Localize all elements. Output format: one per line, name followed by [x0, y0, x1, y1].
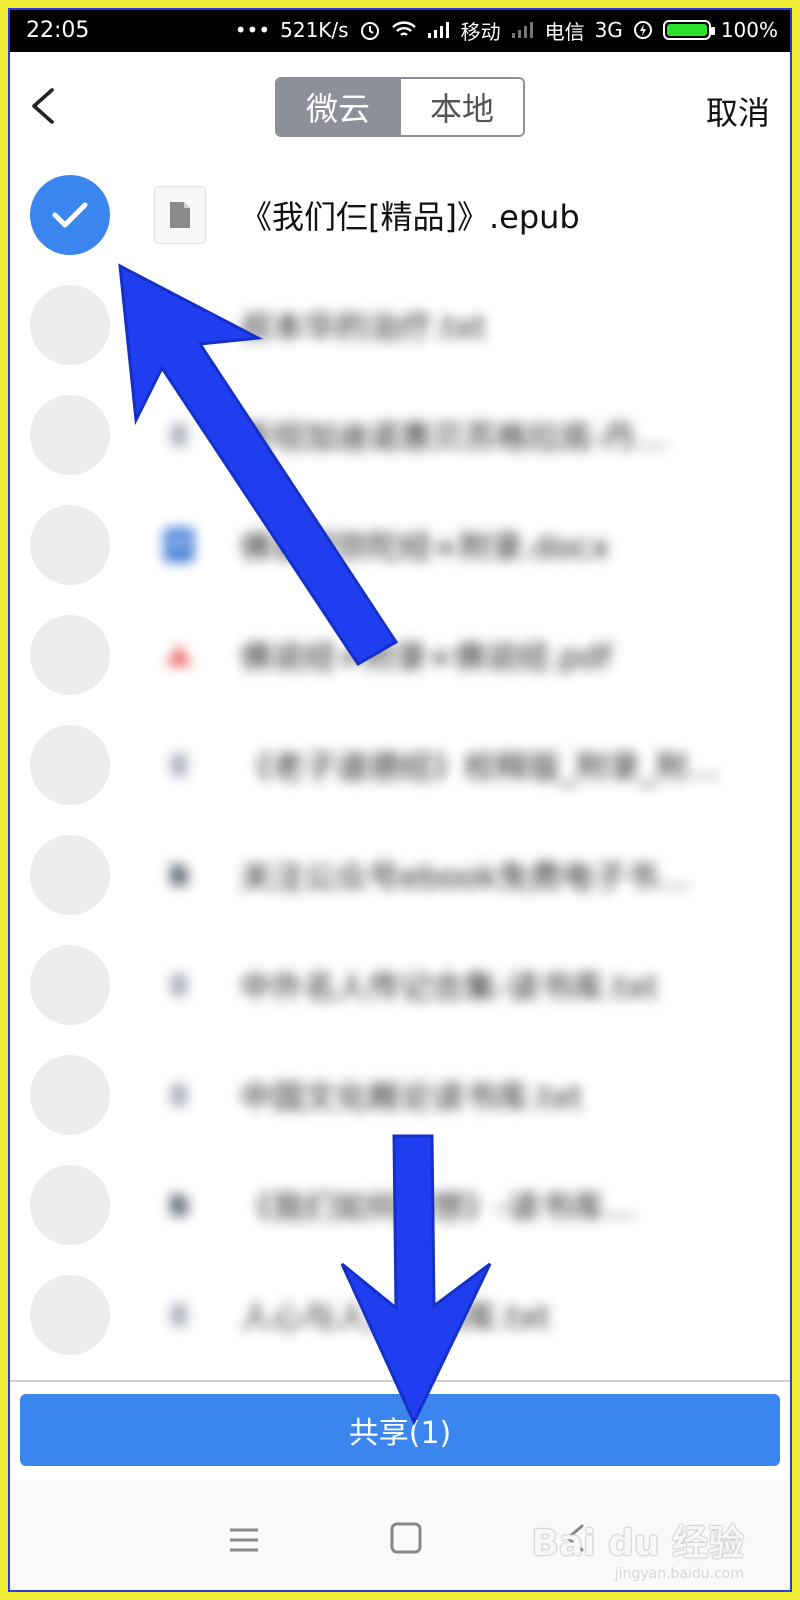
screen-frame: 22:05 ••• 521K/s 移动 电信 3G 100% 微云 本地 取消 … — [0, 0, 800, 1600]
file-name: 《我们仨[精品]》.epub — [240, 198, 580, 236]
file-name: 斯坦加迪诺惠贝苏格拉底-丹… — [240, 418, 668, 456]
file-name: 中国文化概论读书库.txt — [240, 1078, 583, 1116]
file-name: 佛说经+附录+佛说经.pdf — [240, 638, 612, 676]
file-name: 佛说阿弥陀经+附录.docx — [240, 528, 610, 566]
unselected-checkbox[interactable] — [30, 835, 110, 915]
file-row[interactable]: 中外名人传记合集-读书库.txt — [8, 930, 792, 1040]
status-bar: 22:05 ••• 521K/s 移动 电信 3G 100% — [8, 8, 792, 52]
back-button[interactable] — [26, 86, 62, 126]
unselected-checkbox[interactable] — [30, 1055, 110, 1135]
file-icon — [154, 847, 204, 903]
status-right: ••• 521K/s 移动 电信 3G 100% — [235, 16, 778, 45]
home-icon[interactable] — [386, 1518, 426, 1558]
menu-icon[interactable] — [224, 1520, 264, 1560]
file-name: 叔本华的治疗.txt — [240, 308, 487, 346]
cancel-button[interactable]: 取消 — [706, 88, 770, 134]
network-speed: 521K/s — [280, 18, 349, 42]
unselected-checkbox[interactable] — [30, 395, 110, 475]
header: 微云 本地 取消 — [8, 52, 792, 162]
signal-icon — [427, 21, 451, 39]
document-icon — [154, 407, 204, 463]
file-row[interactable]: 《老子道德经》校释版_附录_附… — [8, 710, 792, 820]
document-icon — [154, 737, 204, 793]
file-row[interactable]: 《我们仨[精品]》.epub — [8, 160, 792, 270]
unselected-checkbox[interactable] — [30, 505, 110, 585]
file-row[interactable]: 佛说阿弥陀经+附录.docx — [8, 490, 792, 600]
pdf-icon — [154, 627, 204, 683]
checkmark-icon — [52, 202, 88, 228]
watermark-sub: jingyan.baidu.com — [614, 1566, 744, 1582]
alarm-icon — [359, 19, 381, 41]
carrier-1: 移动 — [460, 19, 501, 44]
file-name: 《老子道德经》校释版_附录_附… — [240, 748, 721, 786]
file-row[interactable]: 叔本华的治疗.txt — [8, 270, 792, 380]
source-tabs: 微云 本地 — [275, 77, 525, 137]
more-dots: ••• — [234, 18, 271, 42]
document-icon — [154, 957, 204, 1013]
file-name: 人心与人生读书库.txt — [240, 1298, 551, 1336]
word-icon — [154, 517, 204, 573]
unselected-checkbox[interactable] — [30, 1275, 110, 1355]
chevron-left-icon — [32, 88, 54, 124]
signal-icon-2 — [511, 21, 535, 39]
unselected-checkbox[interactable] — [30, 945, 110, 1025]
watermark: Bai du 经验 jingyan.baidu.com — [531, 1514, 744, 1582]
file-name: 关注公众号ebook免费电子书… — [240, 858, 690, 896]
unselected-checkbox[interactable] — [30, 1165, 110, 1245]
document-icon — [154, 1067, 204, 1123]
selected-checkbox[interactable] — [30, 175, 110, 255]
share-bar: 共享(1) — [8, 1380, 792, 1482]
file-row[interactable]: 中国文化概论读书库.txt — [8, 1040, 792, 1150]
document-icon — [154, 1287, 204, 1343]
file-name: 中外名人传记合集-读书库.txt — [240, 968, 658, 1006]
watermark-text: Bai du 经验 — [531, 1523, 744, 1564]
tab-weiyun[interactable]: 微云 — [277, 79, 399, 135]
battery-icon — [662, 20, 715, 40]
tab-local[interactable]: 本地 — [399, 79, 523, 135]
file-icon — [154, 1177, 204, 1233]
document-icon — [154, 186, 206, 244]
network-type: 3G — [594, 18, 623, 42]
file-list: 《我们仨[精品]》.epub 叔本华的治疗.txt 斯坦加迪诺惠贝苏格拉底-丹…… — [8, 160, 792, 1388]
carrier-2: 电信 — [544, 19, 585, 44]
share-button[interactable]: 共享(1) — [20, 1394, 780, 1466]
unselected-checkbox[interactable] — [30, 615, 110, 695]
unselected-checkbox[interactable] — [30, 725, 110, 805]
file-name: 《我们如何思想》-读书库… — [240, 1188, 636, 1226]
file-row[interactable]: 关注公众号ebook免费电子书… — [8, 820, 792, 930]
wifi-icon — [391, 20, 417, 40]
file-row[interactable]: 佛说经+附录+佛说经.pdf — [8, 600, 792, 710]
status-time: 22:05 — [26, 17, 90, 43]
file-row[interactable]: 人心与人生读书库.txt — [8, 1260, 792, 1370]
unselected-checkbox[interactable] — [30, 285, 110, 365]
file-row[interactable]: 《我们如何思想》-读书库… — [8, 1150, 792, 1260]
battery-percent: 100% — [720, 18, 778, 42]
file-row[interactable]: 斯坦加迪诺惠贝苏格拉底-丹… — [8, 380, 792, 490]
charging-icon — [633, 20, 653, 40]
